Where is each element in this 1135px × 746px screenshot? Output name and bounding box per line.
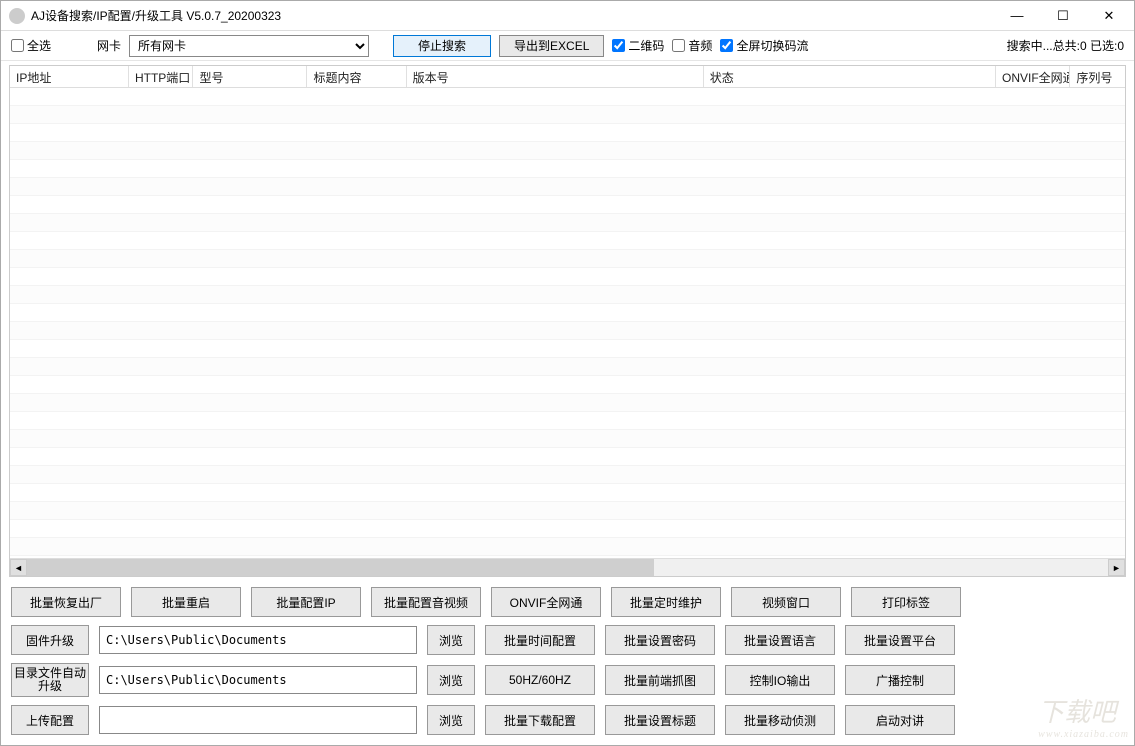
- batch-motion-detect-button[interactable]: 批量移动侦测: [725, 705, 835, 735]
- device-table: IP地址 HTTP端口 型号 标题内容 版本号 状态 ONVIF全网通 序列号 …: [9, 65, 1126, 577]
- upload-path-input[interactable]: [99, 706, 417, 734]
- table-row[interactable]: [10, 304, 1125, 322]
- batch-config-ip-button[interactable]: 批量配置IP: [251, 587, 361, 617]
- print-label-button[interactable]: 打印标签: [851, 587, 961, 617]
- table-row[interactable]: [10, 142, 1125, 160]
- batch-restore-factory-button[interactable]: 批量恢复出厂: [11, 587, 121, 617]
- col-model[interactable]: 型号: [193, 66, 307, 87]
- table-row[interactable]: [10, 376, 1125, 394]
- table-row[interactable]: [10, 178, 1125, 196]
- export-excel-button[interactable]: 导出到EXCEL: [499, 35, 604, 57]
- select-all-label: 全选: [27, 37, 51, 54]
- batch-time-config-button[interactable]: 批量时间配置: [485, 625, 595, 655]
- col-ip[interactable]: IP地址: [10, 66, 129, 87]
- window-title: AJ设备搜索/IP配置/升级工具 V5.0.7_20200323: [31, 7, 994, 24]
- table-header: IP地址 HTTP端口 型号 标题内容 版本号 状态 ONVIF全网通 序列号: [10, 66, 1125, 88]
- fullscreen-switch-checkbox[interactable]: 全屏切换码流: [720, 37, 808, 54]
- table-row[interactable]: [10, 358, 1125, 376]
- firmware-path-input[interactable]: [99, 626, 417, 654]
- maximize-button[interactable]: ☐: [1040, 2, 1086, 30]
- col-serial[interactable]: 序列号: [1070, 66, 1125, 87]
- firmware-browse-button[interactable]: 浏览: [427, 625, 475, 655]
- batch-download-config-button[interactable]: 批量下载配置: [485, 705, 595, 735]
- table-row[interactable]: [10, 394, 1125, 412]
- batch-set-password-button[interactable]: 批量设置密码: [605, 625, 715, 655]
- table-row[interactable]: [10, 340, 1125, 358]
- table-row[interactable]: [10, 124, 1125, 142]
- qrcode-label: 二维码: [628, 37, 664, 54]
- table-row[interactable]: [10, 160, 1125, 178]
- video-window-button[interactable]: 视频窗口: [731, 587, 841, 617]
- minimize-button[interactable]: —: [994, 2, 1040, 30]
- table-row[interactable]: [10, 484, 1125, 502]
- scroll-right-icon[interactable]: ►: [1108, 559, 1125, 576]
- stop-search-button[interactable]: 停止搜索: [393, 35, 491, 57]
- batch-reboot-button[interactable]: 批量重启: [131, 587, 241, 617]
- nic-select[interactable]: 所有网卡: [129, 35, 369, 57]
- table-row[interactable]: [10, 520, 1125, 538]
- table-row[interactable]: [10, 214, 1125, 232]
- toolbar: 全选 网卡 所有网卡 停止搜索 导出到EXCEL 二维码 音频 全屏切换码流 搜…: [1, 31, 1134, 61]
- table-row[interactable]: [10, 250, 1125, 268]
- col-state[interactable]: 状态: [704, 66, 996, 87]
- dir-auto-upgrade-button[interactable]: 目录文件自动升级: [11, 663, 89, 697]
- horizontal-scrollbar[interactable]: ◄ ►: [10, 558, 1125, 576]
- scroll-thumb[interactable]: [27, 559, 654, 576]
- fullscreen-switch-label: 全屏切换码流: [736, 37, 808, 54]
- table-row[interactable]: [10, 196, 1125, 214]
- table-row[interactable]: [10, 466, 1125, 484]
- upload-browse-button[interactable]: 浏览: [427, 705, 475, 735]
- batch-front-snapshot-button[interactable]: 批量前端抓图: [605, 665, 715, 695]
- table-row[interactable]: [10, 322, 1125, 340]
- start-talk-button[interactable]: 启动对讲: [845, 705, 955, 735]
- table-row[interactable]: [10, 106, 1125, 124]
- batch-set-title-button[interactable]: 批量设置标题: [605, 705, 715, 735]
- scroll-left-icon[interactable]: ◄: [10, 559, 27, 576]
- table-row[interactable]: [10, 448, 1125, 466]
- onvif-button[interactable]: ONVIF全网通: [491, 587, 601, 617]
- table-row[interactable]: [10, 232, 1125, 250]
- titlebar: AJ设备搜索/IP配置/升级工具 V5.0.7_20200323 — ☐ ✕: [1, 1, 1134, 31]
- table-row[interactable]: [10, 538, 1125, 556]
- audio-label: 音频: [688, 37, 712, 54]
- batch-sched-maint-button[interactable]: 批量定时维护: [611, 587, 721, 617]
- broadcast-control-button[interactable]: 广播控制: [845, 665, 955, 695]
- search-status: 搜索中...总共:0 已选:0: [1007, 37, 1124, 54]
- close-button[interactable]: ✕: [1086, 2, 1132, 30]
- table-row[interactable]: [10, 502, 1125, 520]
- table-row[interactable]: [10, 268, 1125, 286]
- dir-path-input[interactable]: [99, 666, 417, 694]
- table-row[interactable]: [10, 286, 1125, 304]
- table-row[interactable]: [10, 412, 1125, 430]
- qrcode-checkbox[interactable]: 二维码: [612, 37, 664, 54]
- select-all-checkbox[interactable]: 全选: [11, 37, 51, 54]
- dir-browse-button[interactable]: 浏览: [427, 665, 475, 695]
- col-http-port[interactable]: HTTP端口: [129, 66, 193, 87]
- table-row[interactable]: [10, 88, 1125, 106]
- table-row[interactable]: [10, 430, 1125, 448]
- col-title[interactable]: 标题内容: [307, 66, 406, 87]
- firmware-upgrade-button[interactable]: 固件升级: [11, 625, 89, 655]
- nic-label: 网卡: [97, 37, 121, 54]
- col-onvif[interactable]: ONVIF全网通: [996, 66, 1070, 87]
- audio-checkbox[interactable]: 音频: [672, 37, 712, 54]
- bottom-panel: 批量恢复出厂 批量重启 批量配置IP 批量配置音视频 ONVIF全网通 批量定时…: [1, 579, 1134, 745]
- batch-config-av-button[interactable]: 批量配置音视频: [371, 587, 481, 617]
- batch-set-platform-button[interactable]: 批量设置平台: [845, 625, 955, 655]
- io-output-button[interactable]: 控制IO输出: [725, 665, 835, 695]
- upload-config-button[interactable]: 上传配置: [11, 705, 89, 735]
- table-body: [10, 88, 1125, 558]
- app-icon: [9, 8, 25, 24]
- batch-set-language-button[interactable]: 批量设置语言: [725, 625, 835, 655]
- hz-button[interactable]: 50HZ/60HZ: [485, 665, 595, 695]
- col-version[interactable]: 版本号: [407, 66, 704, 87]
